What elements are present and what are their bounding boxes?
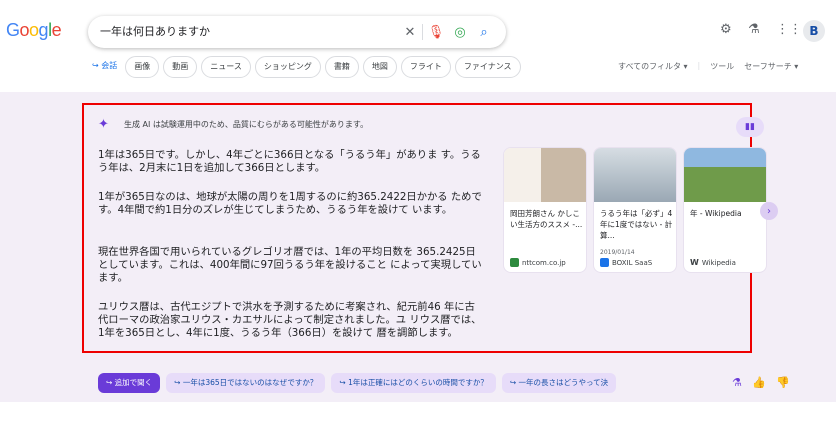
tab-label: 会話 — [101, 61, 118, 70]
card-title: 年 - Wikipedia — [690, 209, 742, 218]
tab-images[interactable]: 画像 — [125, 56, 160, 78]
tab-news[interactable]: ニュース — [201, 56, 251, 78]
card-source: BOXIL SaaS — [600, 258, 652, 267]
card-thumbnail — [504, 148, 586, 202]
ai-overview-highlight: ✦ 生成 AI は試験運用中のため、品質にむらがある可能性があります。 ▮▮ 1… — [82, 103, 778, 353]
labs-icon[interactable]: ⚗ — [732, 376, 742, 389]
followup-chips: ↪ 追加で聞く ↪ 一年は365日ではないのはなぜですか？ ↪ 1年は正確にはど… — [98, 373, 617, 393]
followup-suggestion[interactable]: ↪ 一年は365日ではないのはなぜですか？ — [166, 373, 326, 393]
ai-overview-panel: ✦ 生成 AI は試験運用中のため、品質にむらがある可能性があります。 ▮▮ 1… — [0, 92, 836, 402]
tab-conversation[interactable]: ↪ 会話 — [88, 56, 122, 78]
thumbs-up-icon[interactable]: 👍 — [752, 376, 766, 389]
site-favicon-icon — [600, 258, 609, 267]
source-card[interactable]: うるう年は「必ず」4年に1度ではない - 計算... 2019/01/14 BO… — [593, 147, 677, 273]
settings-icon[interactable]: ⚙ — [720, 22, 732, 37]
layout-toggle-icon[interactable]: ▮▮ — [736, 117, 764, 137]
ai-paragraph: 1年は365日です。しかし、4年ごとに366日となる「うるう年」がありま す。う… — [98, 149, 481, 174]
source-name: BOXIL SaaS — [612, 258, 653, 267]
tab-maps[interactable]: 地図 — [362, 56, 397, 78]
google-logo[interactable]: Google — [6, 20, 62, 41]
site-favicon-icon — [510, 258, 519, 267]
all-filters-button[interactable]: すべてのフィルタ ▾ — [618, 61, 688, 72]
card-title: うるう年は「必ず」4年に1度ではない - 計算... — [600, 209, 673, 240]
safe-search-button[interactable]: セーフサーチ ▾ — [744, 61, 798, 72]
card-date: 2019/01/14 — [600, 249, 635, 256]
tab-videos[interactable]: 動画 — [163, 56, 198, 78]
ai-disclaimer: 生成 AI は試験運用中のため、品質にむらがある可能性があります。 — [124, 120, 369, 129]
source-name: Wikipedia — [701, 258, 736, 267]
divider — [422, 24, 423, 40]
lens-icon[interactable]: ◎ — [452, 24, 468, 40]
source-card[interactable]: 岡田芳朗さん かしこい生活方のススメ -... nttcom.co.jp — [503, 147, 587, 273]
card-thumbnail — [684, 148, 766, 202]
results-container — [0, 409, 836, 425]
source-cards: 岡田芳朗さん かしこい生活方のススメ -... nttcom.co.jp うるう… — [503, 147, 767, 273]
filter-bar: すべてのフィルタ ▾ | ツール セーフサーチ ▾ — [618, 61, 798, 72]
tab-flights[interactable]: フライト — [400, 56, 451, 78]
card-thumbnail — [594, 148, 676, 202]
suggestion-label: 一年は365日ではないのはなぜですか？ — [182, 378, 318, 387]
clear-icon[interactable]: ✕ — [402, 24, 418, 40]
button-label: 追加で聞く — [114, 378, 153, 387]
divider: | — [697, 61, 701, 70]
tools-button[interactable]: ツール — [710, 61, 734, 72]
card-source: nttcom.co.jp — [510, 258, 566, 267]
followup-suggestion[interactable]: ↪ 一年の長さはどうやって決 — [501, 373, 617, 393]
wikipedia-icon: W — [690, 258, 699, 267]
card-title: 岡田芳朗さん かしこい生活方のススメ -... — [510, 209, 583, 229]
search-box[interactable]: 一年は何日ありますか ✕ 🎙 ◎ ⌕ — [88, 16, 506, 48]
card-source: W Wikipedia — [690, 258, 736, 267]
search-input[interactable]: 一年は何日ありますか — [100, 23, 210, 39]
suggestion-label: 一年の長さはどうやって決 — [518, 378, 609, 387]
ai-paragraph: 1年が365日なのは、地球が太陽の周りを1周するのに約365.2422日かかる … — [98, 191, 482, 216]
tab-finance[interactable]: ファイナンス — [454, 56, 521, 78]
microphone-icon[interactable]: 🎙 — [428, 24, 445, 40]
ai-paragraph: 現在世界各国で用いられているグレゴリオ暦では、1年の平均日数を 365.2425… — [98, 246, 482, 284]
search-tabs: ↪ 会話 画像 動画 ニュース ショッピング 書籍 地図 フライト ファイナンス — [88, 56, 521, 78]
sparkle-icon: ✦ — [98, 117, 109, 132]
thumbs-down-icon[interactable]: 👎 — [776, 376, 790, 389]
apps-icon[interactable]: ⋮⋮ — [776, 22, 802, 37]
source-card[interactable]: 年 - Wikipedia W Wikipedia — [683, 147, 767, 273]
tab-shopping[interactable]: ショッピング — [254, 56, 321, 78]
header: Google 一年は何日ありますか ✕ 🎙 ◎ ⌕ ⚙ ⚗ ⋮⋮ B ↪ 会話 … — [0, 0, 836, 92]
ask-followup-button[interactable]: ↪ 追加で聞く — [98, 373, 161, 393]
followup-suggestion[interactable]: ↪ 1年は正確にはどのくらいの時間ですか？ — [331, 373, 496, 393]
ai-paragraph: ユリウス暦は、古代エジプトで洪水を予測するために考案され、紀元前46 年に古代ロ… — [98, 301, 482, 339]
tab-books[interactable]: 書籍 — [324, 56, 359, 78]
source-name: nttcom.co.jp — [522, 258, 566, 267]
labs-icon[interactable]: ⚗ — [748, 22, 760, 37]
search-icon[interactable]: ⌕ — [476, 24, 492, 40]
account-avatar[interactable]: B — [803, 20, 825, 42]
suggestion-label: 1年は正確にはどのくらいの時間ですか？ — [348, 378, 488, 387]
chevron-right-icon[interactable]: › — [760, 202, 778, 220]
